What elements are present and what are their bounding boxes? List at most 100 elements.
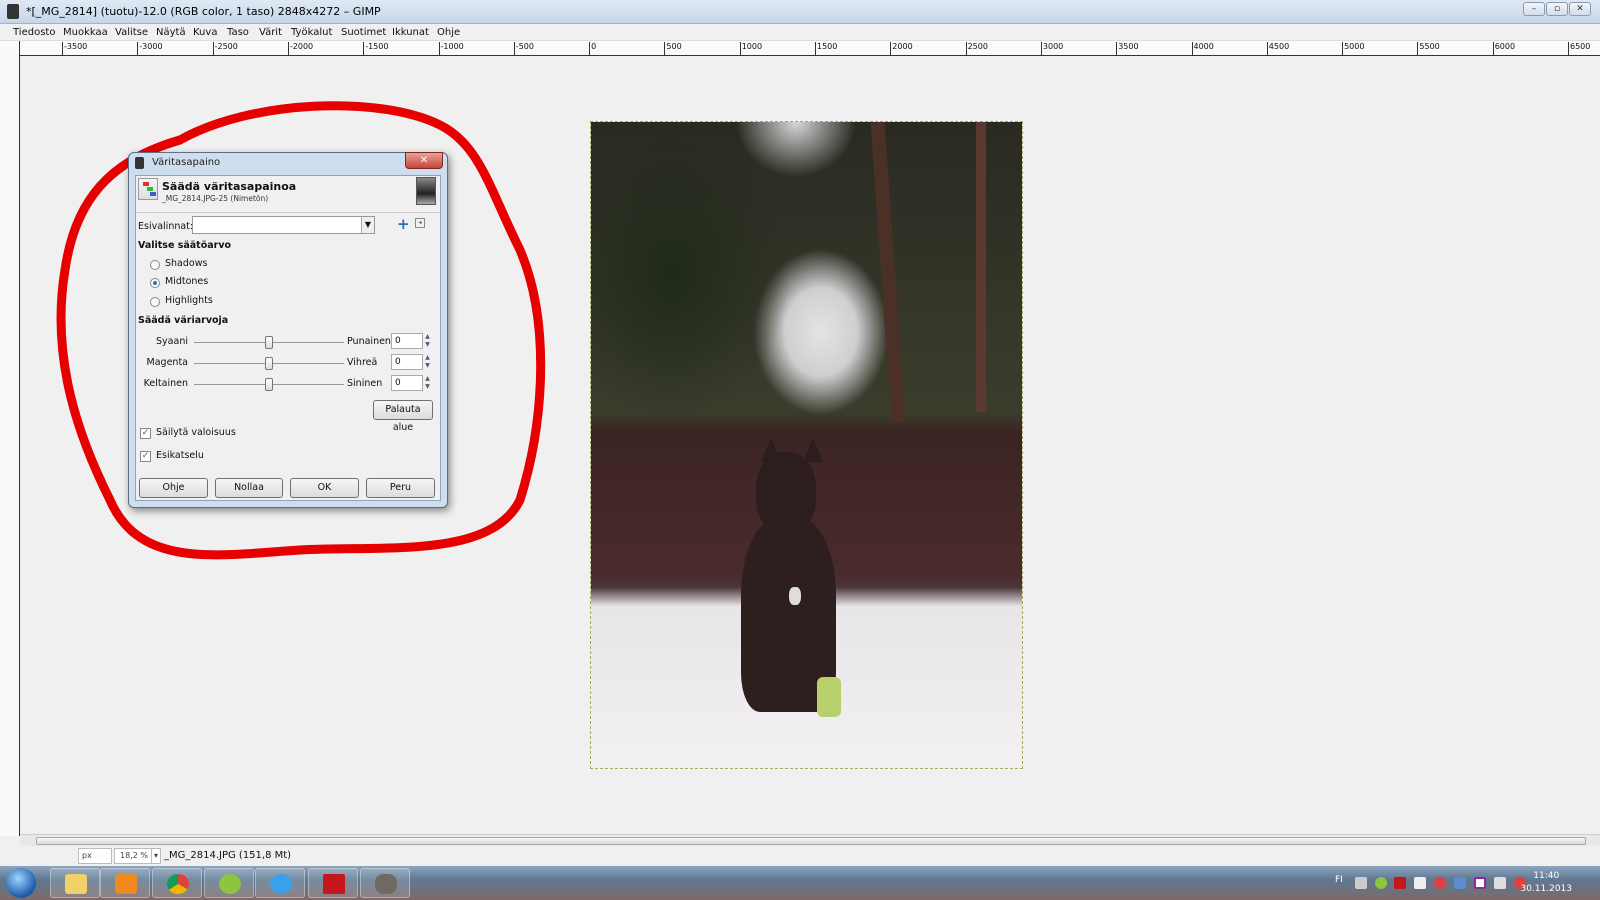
onenote-icon[interactable] [1474,877,1486,889]
language-indicator[interactable]: FI [1335,875,1343,885]
radio-highlights-label[interactable]: Highlights [165,295,213,306]
menu-varit[interactable]: Värit [259,27,282,38]
dialog-title: Väritasapaino [152,157,221,168]
yellow-blue-value[interactable]: 0 [391,375,423,391]
dog-ear [803,437,823,462]
menu-kuva[interactable]: Kuva [193,27,217,38]
radio-midtones-label[interactable]: Midtones [165,276,208,287]
preview-label[interactable]: Esikatselu [156,450,204,461]
start-button[interactable] [6,868,36,898]
menu-ikkunat[interactable]: Ikkunat [392,27,429,38]
keyboard-icon[interactable] [1355,877,1367,889]
range-section-heading: Valitse säätöarvo [138,240,232,251]
help-button[interactable]: Ohje [139,478,208,498]
close-window-button[interactable]: ✕ [1569,2,1591,16]
ruler-label: -1500 [363,42,388,55]
radio-shadows[interactable] [150,260,160,270]
title-bar: *[_MG_2814] (tuotu)-12.0 (RGB color, 1 t… [0,0,1600,24]
horizontal-scrollbar[interactable] [20,834,1600,846]
dialog-close-button[interactable]: ✕ [405,152,443,169]
ruler-label: -2500 [212,42,238,55]
ruler-label: 5500 [1417,42,1440,55]
ruler-label: 3500 [1116,42,1139,55]
taskbar-explorer[interactable] [50,868,100,898]
ruler-label: 2000 [890,42,913,55]
green-bandage [817,677,841,717]
taskbar-media-player[interactable] [100,868,150,898]
magenta-green-slider-handle[interactable] [265,357,273,370]
wifi-icon[interactable] [1454,877,1466,889]
radio-highlights[interactable] [150,297,160,307]
taskbar: FI 11:40 30.11.2013 [0,866,1600,900]
yellow-blue-spin-arrows[interactable]: ▲ ▼ [423,375,432,391]
ruler-label: 4500 [1266,42,1289,55]
yellow-blue-slider-handle[interactable] [265,378,273,391]
gimp-icon [135,157,144,169]
slider-green-label: Vihreä [347,357,378,368]
ruler-label: -1000 [438,42,464,55]
menu-muokkaa[interactable]: Muokkaa [63,27,108,38]
ruler-label: 0 [589,42,596,55]
tree-trunk [976,122,986,412]
menu-bar: Tiedosto Muokkaa Valitse Näytä Kuva Taso… [0,24,1600,41]
security-icon[interactable] [1434,877,1446,889]
ruler-label: -500 [513,42,534,55]
adjust-section-heading: Säädä väriarvoja [138,315,229,326]
radio-midtones[interactable] [150,278,160,288]
image-thumbnail [416,177,436,205]
magenta-green-value[interactable]: 0 [391,354,423,370]
ruler-label: 1000 [739,42,762,55]
clock-date: 30.11.2013 [1520,884,1572,894]
unit-select[interactable]: px [78,848,112,864]
menu-ohje[interactable]: Ohje [437,27,460,38]
reset-button[interactable]: Nollaa [215,478,283,498]
cyan-red-slider-handle[interactable] [265,336,273,349]
maximize-button[interactable]: ▫ [1546,2,1568,16]
presets-combo[interactable]: ▼ [192,216,375,234]
scrollbar-thumb[interactable] [36,837,1586,845]
dog-chest-patch [789,587,801,605]
ok-button[interactable]: OK [290,478,359,498]
network-icon[interactable] [1494,877,1506,889]
slider-cyan-label: Syaani [156,336,188,347]
taskbar-acrobat[interactable] [308,868,358,898]
photo-dog-in-snow[interactable] [590,121,1023,769]
preview-checkbox[interactable]: ✓ [140,451,151,462]
preset-menu-icon[interactable]: ◂ [415,218,425,228]
slider-magenta-label: Magenta [146,357,188,368]
preserve-luminosity-label[interactable]: Säilytä valoisuus [156,427,236,438]
zoom-dropdown-icon[interactable]: ▾ [151,848,161,864]
cancel-button[interactable]: Peru [366,478,435,498]
menu-nayta[interactable]: Näytä [156,27,186,38]
zoom-field[interactable]: 18,2 % [114,848,152,864]
taskbar-internet-explorer[interactable] [255,868,305,898]
cyan-red-spin-arrows[interactable]: ▲ ▼ [423,333,432,349]
add-preset-icon[interactable]: + [397,215,410,233]
slider-blue-label: Sininen [347,378,383,389]
ruler-label: -3500 [62,42,87,55]
menu-suotimet[interactable]: Suotimet [341,27,386,38]
minimize-button[interactable]: – [1523,2,1545,16]
clock[interactable]: 11:40 30.11.2013 [1520,870,1572,896]
menu-valitse[interactable]: Valitse [115,27,148,38]
taskbar-chrome[interactable] [152,868,202,898]
reset-range-button[interactable]: Palauta alue [373,400,433,433]
menu-tyokalut[interactable]: Työkalut [291,27,332,38]
ruler-label: -2000 [287,42,313,55]
menu-tiedosto[interactable]: Tiedosto [13,27,55,38]
flag-icon[interactable] [1414,877,1426,889]
taskbar-gimp[interactable] [360,868,410,898]
radio-shadows-label[interactable]: Shadows [165,258,207,269]
ruler-label: 500 [664,42,682,55]
ruler-label: 1500 [815,42,837,55]
vertical-ruler[interactable] [0,41,20,836]
preserve-luminosity-checkbox[interactable]: ✓ [140,428,151,439]
cyan-red-value[interactable]: 0 [391,333,423,349]
menu-taso[interactable]: Taso [227,27,249,38]
taskbar-spotify[interactable] [204,868,254,898]
horizontal-ruler[interactable]: -3500 -3000 -2500 -2000 -1500 -1000 -500 0 500 10… [20,41,1600,56]
acrobat-tray-icon[interactable] [1394,877,1406,889]
magenta-green-spin-arrows[interactable]: ▲ ▼ [423,354,432,370]
chevron-down-icon[interactable]: ▼ [361,217,374,233]
spotify-tray-icon[interactable] [1375,877,1387,889]
